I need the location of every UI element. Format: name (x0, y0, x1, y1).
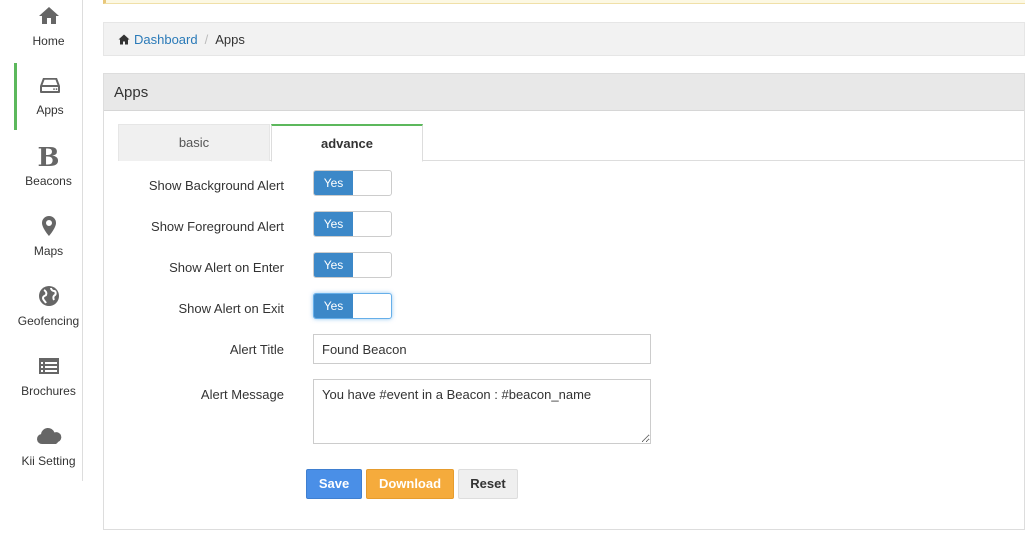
sidebar-item-kii-setting[interactable]: Kii Setting (14, 420, 83, 490)
sidebar-item-beacons[interactable]: B Beacons (14, 140, 83, 210)
sidebar: Home Apps B Beacons Maps Geofencing Broc… (0, 0, 83, 481)
download-button[interactable]: Download (366, 469, 454, 499)
hard-drive-icon (17, 73, 83, 101)
sidebar-item-label: Brochures (21, 384, 76, 398)
list-icon (14, 354, 83, 382)
globe-icon (14, 284, 83, 312)
alert-on-exit-toggle[interactable]: Yes (313, 293, 392, 319)
tab-advance[interactable]: advance (271, 124, 423, 162)
tab-bar: basic advance (118, 124, 1025, 162)
sidebar-item-home[interactable]: Home (14, 0, 83, 70)
map-marker-icon (14, 214, 83, 242)
toggle-on-label: Yes (314, 171, 353, 195)
sidebar-item-label: Geofencing (17, 314, 80, 328)
save-button[interactable]: Save (306, 469, 362, 499)
panel-title: Apps (104, 74, 1024, 111)
apps-panel: Apps basic advance Show Background Alert… (103, 73, 1025, 530)
sidebar-item-label: Apps (36, 103, 64, 117)
breadcrumb-current: Apps (215, 32, 245, 47)
toggle-on-label: Yes (314, 294, 353, 318)
toggle-on-label: Yes (314, 253, 353, 277)
beacon-b-icon: B (37, 143, 60, 173)
field-label: Alert Message (200, 387, 284, 402)
breadcrumb-dashboard-link[interactable]: Dashboard (134, 32, 198, 47)
field-label: Alert Title (229, 342, 284, 357)
breadcrumb-separator: / (204, 32, 209, 47)
sidebar-item-label: Kii Setting (21, 454, 76, 468)
home-icon (118, 34, 130, 45)
alert-on-enter-toggle[interactable]: Yes (313, 252, 392, 278)
sidebar-item-label: Maps (33, 244, 64, 258)
sidebar-item-geofencing[interactable]: Geofencing (14, 280, 83, 350)
alert-title-input[interactable] (313, 334, 651, 364)
alert-strip (103, 0, 1025, 4)
field-label: Show Alert on Enter (169, 260, 284, 275)
breadcrumb: Dashboard / Apps (103, 22, 1025, 56)
sidebar-item-apps[interactable]: Apps (14, 63, 83, 130)
tab-basic[interactable]: basic (118, 124, 270, 161)
field-label: Show Background Alert (148, 178, 284, 193)
alert-message-textarea[interactable]: You have #event in a Beacon : #beacon_na… (313, 379, 651, 444)
sidebar-item-label: Home (32, 34, 65, 48)
field-label: Show Alert on Exit (178, 301, 285, 316)
field-label: Show Foreground Alert (151, 219, 284, 234)
reset-button[interactable]: Reset (458, 469, 518, 499)
background-alert-toggle[interactable]: Yes (313, 170, 392, 196)
sidebar-item-maps[interactable]: Maps (14, 210, 83, 280)
sidebar-item-brochures[interactable]: Brochures (14, 350, 83, 420)
home-icon (14, 4, 83, 32)
cloud-icon (14, 424, 83, 452)
sidebar-item-label: Beacons (25, 174, 72, 188)
foreground-alert-toggle[interactable]: Yes (313, 211, 392, 237)
toggle-on-label: Yes (314, 212, 353, 236)
